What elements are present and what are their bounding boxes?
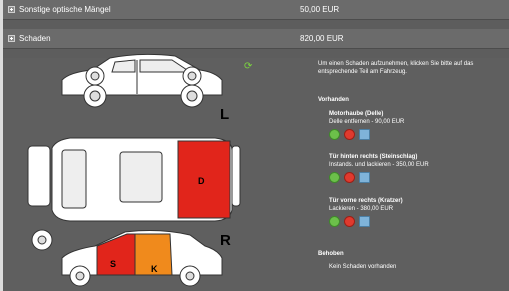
- car-diagram: [27, 53, 241, 287]
- document-icon[interactable]: [359, 216, 370, 227]
- delete-icon[interactable]: [344, 216, 355, 227]
- document-icon[interactable]: [359, 129, 370, 140]
- check-icon[interactable]: [329, 172, 340, 183]
- document-icon[interactable]: [359, 172, 370, 183]
- behoben-heading: Behoben: [318, 251, 344, 257]
- car-right-side[interactable]: [31, 229, 223, 287]
- check-icon[interactable]: [329, 216, 340, 227]
- damage-frame: Sonstige optische Mängel 50,00 EUR Schad…: [0, 0, 509, 291]
- damage-desc: Instands. und lackieren - 350,00 EUR: [329, 162, 429, 168]
- instruction-text: Um einen Schaden aufzunehmen, klicken Si…: [318, 61, 474, 75]
- label-left: L: [220, 106, 230, 123]
- damage-item: Motorhaube (Delle) Delle entfernen - 90,…: [329, 110, 504, 140]
- car-top-view[interactable]: [27, 137, 241, 222]
- delete-icon[interactable]: [344, 172, 355, 183]
- delete-icon[interactable]: [344, 129, 355, 140]
- damage-title: Tür vorne rechts (Kratzer): [329, 198, 403, 204]
- refresh-icon[interactable]: ⟳: [244, 62, 254, 72]
- behoben-text: Kein Schaden vorhanden: [329, 264, 397, 270]
- damage-desc: Delle entfernen - 90,00 EUR: [329, 119, 405, 125]
- label-right: R: [220, 232, 231, 249]
- car-left-side[interactable]: [61, 53, 223, 108]
- check-icon[interactable]: [329, 129, 340, 140]
- label-front-door: K: [151, 264, 158, 274]
- vorhanden-heading: Vorhanden: [318, 97, 349, 103]
- label-rear-door: S: [110, 259, 117, 269]
- damage-item: Tür vorne rechts (Kratzer) Lackieren - 3…: [329, 197, 504, 227]
- damage-title: Tür hinten rechts (Steinschlag): [329, 154, 418, 160]
- damage-desc: Lackieren - 380,00 EUR: [329, 206, 394, 212]
- label-hood: D: [198, 176, 205, 186]
- damage-item: Tür hinten rechts (Steinschlag) Instands…: [329, 153, 504, 183]
- damage-title: Motorhaube (Delle): [329, 111, 384, 117]
